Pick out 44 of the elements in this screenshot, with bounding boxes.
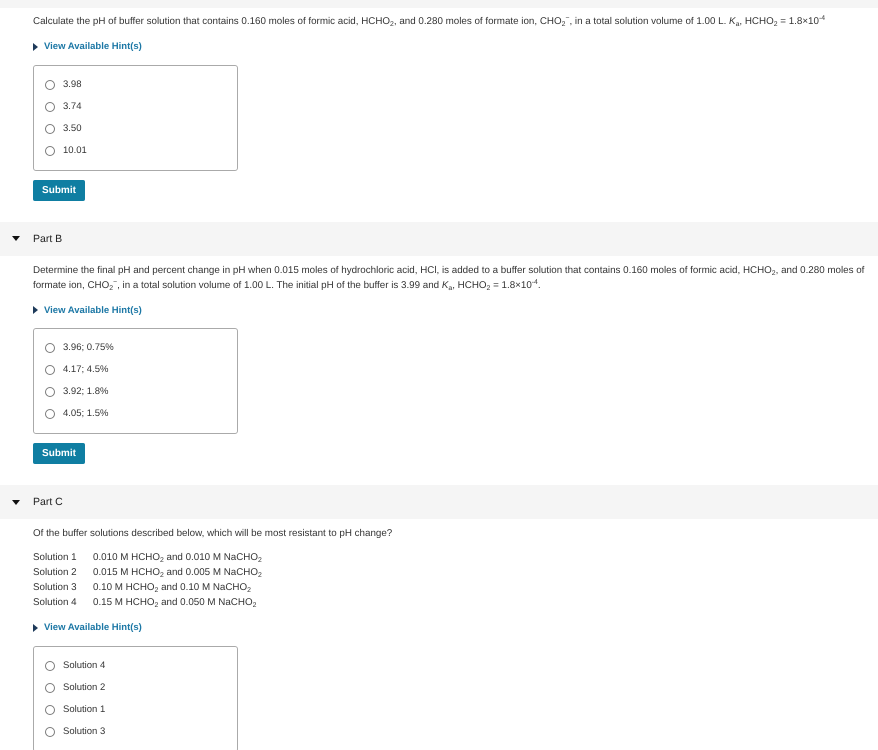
solution-description: 0.15 M HCHO$_{2}$ and 0.050 M NaCHO$_{2}$ [93,596,258,610]
radio-button[interactable] [45,343,55,353]
part-header[interactable]: Part C [0,485,878,519]
option-label[interactable]: Solution 4 [63,660,106,672]
solution-label: Solution 4 [33,596,78,610]
solution-label: Solution 2 [33,566,78,580]
hint-link[interactable]: View Available Hint(s) [33,302,142,318]
radio-button[interactable] [45,124,55,134]
radio-button[interactable] [45,409,55,419]
part-title: Part B [33,232,62,246]
option-label[interactable]: Solution 2 [63,682,106,694]
option-label[interactable]: 3.50 [63,122,82,134]
radio-button[interactable] [45,80,55,90]
option-label[interactable]: Solution 1 [63,704,106,716]
radio-button[interactable] [45,704,55,714]
solution-label: Solution 1 [33,551,78,565]
radio-button[interactable] [45,102,55,112]
question-text: Of the buffer solutions described below, which will be most resistant to pH change? [33,527,394,541]
option-label[interactable]: 3.74 [63,100,82,112]
option-label[interactable]: 3.98 [63,78,82,90]
option-label[interactable]: 3.92; 1.8% [63,386,108,398]
radio-button[interactable] [45,660,55,670]
solution-label: Solution 3 [33,581,78,595]
option-label[interactable]: Solution 3 [63,726,106,738]
radio-button[interactable] [45,365,55,375]
solution-description: 0.010 M HCHO$_{2}$ and 0.010 M NaCHO$_{2}$ [93,551,262,565]
option-label[interactable]: 10.01 [63,144,87,156]
question-text: Determine the final pH and percent change in pH when 0.015 moles of hydrochloric acid, HCl, is added to a buffer solution that contains 0.160 moles of formic acid, HCHO$_{2}$, and 0.280 moles of formate ion, CHO$_{2}$$^{−}$, in a total solution volume of 1.00 L. The initial pH of the buffer is 3.99 and K$_{a}$, HCHO$_{2}$ = 1.8×10$^{-4}$. [33,264,866,292]
radio-button[interactable] [45,682,55,692]
radio-button[interactable] [45,726,55,736]
option-label[interactable]: 4.17; 4.5% [63,364,108,376]
option-label[interactable]: 3.96; 0.75% [63,342,114,354]
submit-button[interactable]: Submit [33,180,85,200]
part-header[interactable]: Part B [0,222,878,256]
option-label[interactable]: 4.05; 1.5% [63,408,108,420]
hint-link[interactable]: View Available Hint(s) [33,620,142,635]
radio-button[interactable] [45,387,55,397]
question-text: Calculate the pH of buffer solution that contains 0.160 moles of formic acid, HCHO$_{2}$, and 0.280 moles of formate ion, CHO$_{2}$$^{−}$, in a total solution volume of 1.00 L. K$_{a}$, HCHO$_{2}$ = 1.8×10$^{-4}$ [33,14,826,29]
solution-description: 0.10 M HCHO$_{2}$ and 0.10 M NaCHO$_{2}$ [93,581,252,595]
submit-button[interactable]: Submit [33,443,85,464]
part-title: Part C [33,495,63,509]
hint-link[interactable]: View Available Hint(s) [33,39,142,54]
solution-description: 0.015 M HCHO$_{2}$ and 0.005 M NaCHO$_{2}$ [93,566,262,580]
radio-button[interactable] [45,146,55,156]
